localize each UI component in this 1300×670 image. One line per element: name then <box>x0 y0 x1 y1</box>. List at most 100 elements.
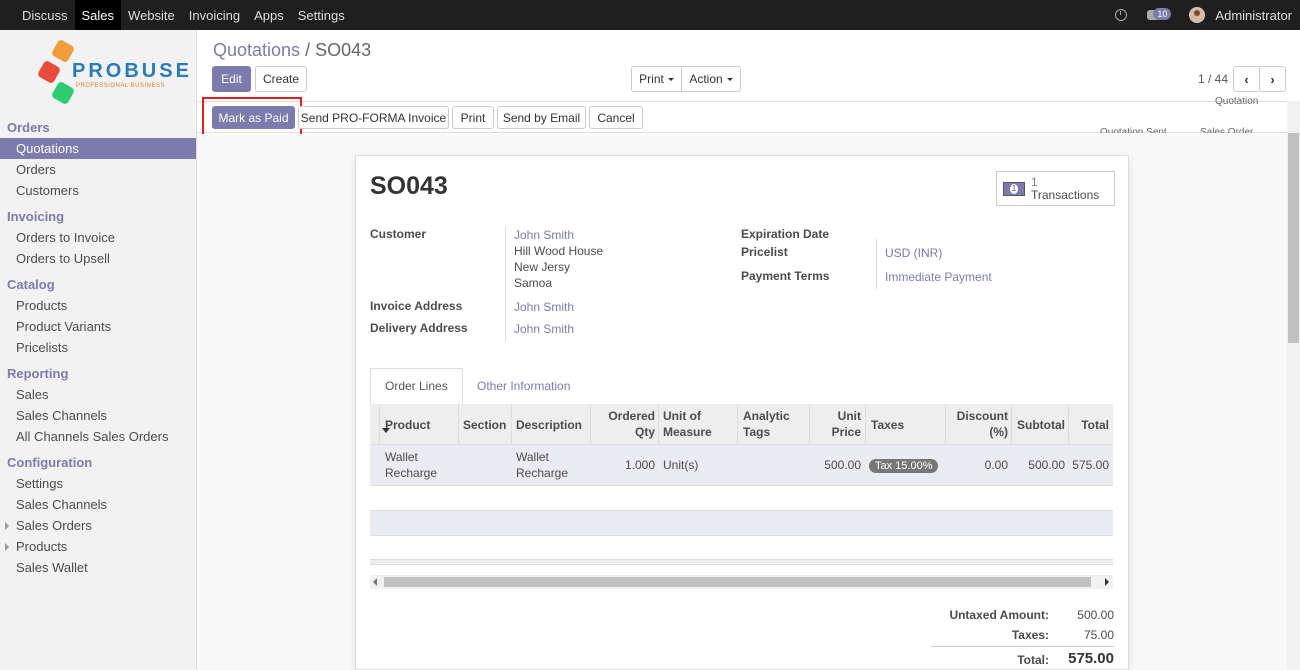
pager-value[interactable]: 1 / 44 <box>1198 72 1228 86</box>
money-icon <box>1003 181 1025 196</box>
sidebar-item-orders[interactable]: Orders <box>0 159 196 180</box>
edit-button[interactable]: Edit <box>212 66 251 92</box>
sidebar-item-products[interactable]: Products <box>0 295 196 316</box>
sidebar-item-settings[interactable]: Settings <box>0 473 196 494</box>
create-button[interactable]: Create <box>255 66 307 92</box>
menu-invoicing[interactable]: Invoicing <box>182 0 247 30</box>
cell-product-line2: Recharge <box>385 466 438 480</box>
invoice-address-label: Invoice Address <box>370 299 463 313</box>
sidebar-item-config-sales-orders[interactable]: Sales Orders <box>0 515 196 536</box>
sidebar-item-sales-wallet[interactable]: Sales Wallet <box>0 557 196 578</box>
stage-quotation-sent[interactable]: Quotation Sent <box>1100 127 1167 133</box>
delivery-address-link[interactable]: John Smith <box>514 322 574 336</box>
cell-qty: 1.000 <box>624 458 655 472</box>
cell-uom: Unit(s) <box>663 458 699 472</box>
cell-description-line1: Wallet <box>516 450 549 464</box>
pager-previous[interactable]: ‹ <box>1233 66 1260 92</box>
column-ordered-qty-line2: Qty <box>634 425 655 439</box>
scrollbar-thumb[interactable] <box>1288 133 1299 343</box>
column-total[interactable]: Total <box>1068 417 1109 433</box>
taxes-label: Taxes: <box>1011 628 1049 642</box>
logo-tagline: PROFESSIONAL BUSINESS <box>76 83 165 89</box>
sort-down-icon <box>382 428 390 433</box>
stage-quotation[interactable]: Quotation <box>1215 96 1258 107</box>
column-section[interactable]: Section <box>463 417 506 433</box>
field-divider <box>505 226 506 341</box>
messaging-button[interactable]: 10 <box>1147 7 1172 20</box>
scroll-right-icon[interactable] <box>1105 578 1109 586</box>
transactions-smart-button[interactable]: 1 Transactions <box>996 171 1115 206</box>
sidebar-item-customers[interactable]: Customers <box>0 180 196 201</box>
payment-terms-link[interactable]: Immediate Payment <box>885 270 992 284</box>
sidebar: PROBUSE PROFESSIONAL BUSINESS Orders Quo… <box>0 30 197 670</box>
sidebar-item-all-channels[interactable]: All Channels Sales Orders <box>0 426 196 447</box>
column-unit-price[interactable]: Unit Price <box>809 408 861 440</box>
column-discount[interactable]: Discount (%) <box>945 408 1008 440</box>
menu-apps[interactable]: Apps <box>247 0 291 30</box>
sidebar-item-pricelists[interactable]: Pricelists <box>0 337 196 358</box>
print-dropdown[interactable]: Print <box>631 66 682 92</box>
action-dropdown-label: Action <box>689 72 723 86</box>
column-description[interactable]: Description <box>516 417 582 433</box>
scroll-left-icon[interactable] <box>373 578 377 586</box>
scrollbar-thumb[interactable] <box>384 577 1091 587</box>
column-taxes[interactable]: Taxes <box>871 417 904 433</box>
chevron-left-icon: ‹ <box>1244 71 1249 87</box>
menu-website[interactable]: Website <box>121 0 182 30</box>
breadcrumb-separator: / <box>305 40 311 60</box>
column-ordered-qty[interactable]: Ordered Qty <box>590 408 655 440</box>
order-name: SO043 <box>370 172 448 200</box>
user-avatar[interactable] <box>1189 7 1206 23</box>
customer-link[interactable]: John Smith <box>514 228 574 242</box>
section-configuration: Configuration <box>7 455 93 470</box>
total-label: Total: <box>1017 653 1049 667</box>
column-separator <box>379 404 380 445</box>
cell-product: Wallet Recharge <box>385 449 437 481</box>
cell-unit-price: 500.00 <box>824 458 861 472</box>
column-analytic-tags[interactable]: Analytic Tags <box>743 408 790 440</box>
sidebar-item-orders-to-invoice[interactable]: Orders to Invoice <box>0 227 196 248</box>
horizontal-scrollbar[interactable] <box>370 575 1113 589</box>
user-menu[interactable]: Administrator <box>1215 8 1292 23</box>
activity-clock-icon[interactable] <box>1115 9 1128 21</box>
tab-other-information[interactable]: Other Information <box>463 368 584 404</box>
untaxed-amount-value: 500.00 <box>1077 608 1114 622</box>
column-unit-price-line1: Unit <box>837 409 861 423</box>
breadcrumb-quotations[interactable]: Quotations <box>213 40 300 60</box>
menu-settings[interactable]: Settings <box>291 0 352 30</box>
stage-sales-order[interactable]: Sales Order <box>1200 127 1253 133</box>
section-orders: Orders <box>7 120 50 135</box>
column-product[interactable]: Product <box>385 417 430 433</box>
pricelist-link[interactable]: USD (INR) <box>885 246 942 260</box>
cell-subtotal: 500.00 <box>1028 458 1065 472</box>
action-dropdown[interactable]: Action <box>682 66 741 92</box>
cell-total: 575.00 <box>1072 458 1109 472</box>
tab-order-lines[interactable]: Order Lines <box>370 368 463 404</box>
send-proforma-button[interactable]: Send PRO-FORMA Invoice <box>298 106 449 129</box>
table-row[interactable]: Wallet Recharge Wallet Recharge 1.000 Un… <box>370 445 1113 486</box>
vertical-scrollbar[interactable] <box>1287 101 1300 670</box>
menu-sales[interactable]: Sales <box>74 0 122 30</box>
sidebar-item-label: Sales Orders <box>16 518 92 533</box>
menu-discuss[interactable]: Discuss <box>15 0 75 30</box>
invoice-address-link[interactable]: John Smith <box>514 300 574 314</box>
sidebar-item-sales[interactable]: Sales <box>0 384 196 405</box>
sidebar-item-config-products[interactable]: Products <box>0 536 196 557</box>
sidebar-item-product-variants[interactable]: Product Variants <box>0 316 196 337</box>
cancel-button[interactable]: Cancel <box>589 106 643 129</box>
sidebar-item-orders-to-upsell[interactable]: Orders to Upsell <box>0 248 196 269</box>
logo-hex-red <box>36 59 62 85</box>
column-subtotal[interactable]: Subtotal <box>1011 417 1065 433</box>
pager-next[interactable]: › <box>1259 66 1286 92</box>
form-sheet: SO043 1 Transactions Customer John Smith… <box>355 155 1129 670</box>
print-button[interactable]: Print <box>452 106 494 129</box>
send-by-email-button[interactable]: Send by Email <box>497 106 586 129</box>
breadcrumb-current: SO043 <box>315 40 372 60</box>
column-unit-of-measure[interactable]: Unit of Measure <box>663 408 712 440</box>
section-invoicing: Invoicing <box>7 209 65 224</box>
sidebar-item-sales-channels[interactable]: Sales Channels <box>0 405 196 426</box>
sidebar-item-quotations[interactable]: Quotations <box>0 138 196 159</box>
top-navbar: Discuss Sales Website Invoicing Apps Set… <box>0 0 1300 30</box>
order-lines-header: Product Section Description Ordered Qty … <box>370 404 1113 445</box>
sidebar-item-config-sales-channels[interactable]: Sales Channels <box>0 494 196 515</box>
